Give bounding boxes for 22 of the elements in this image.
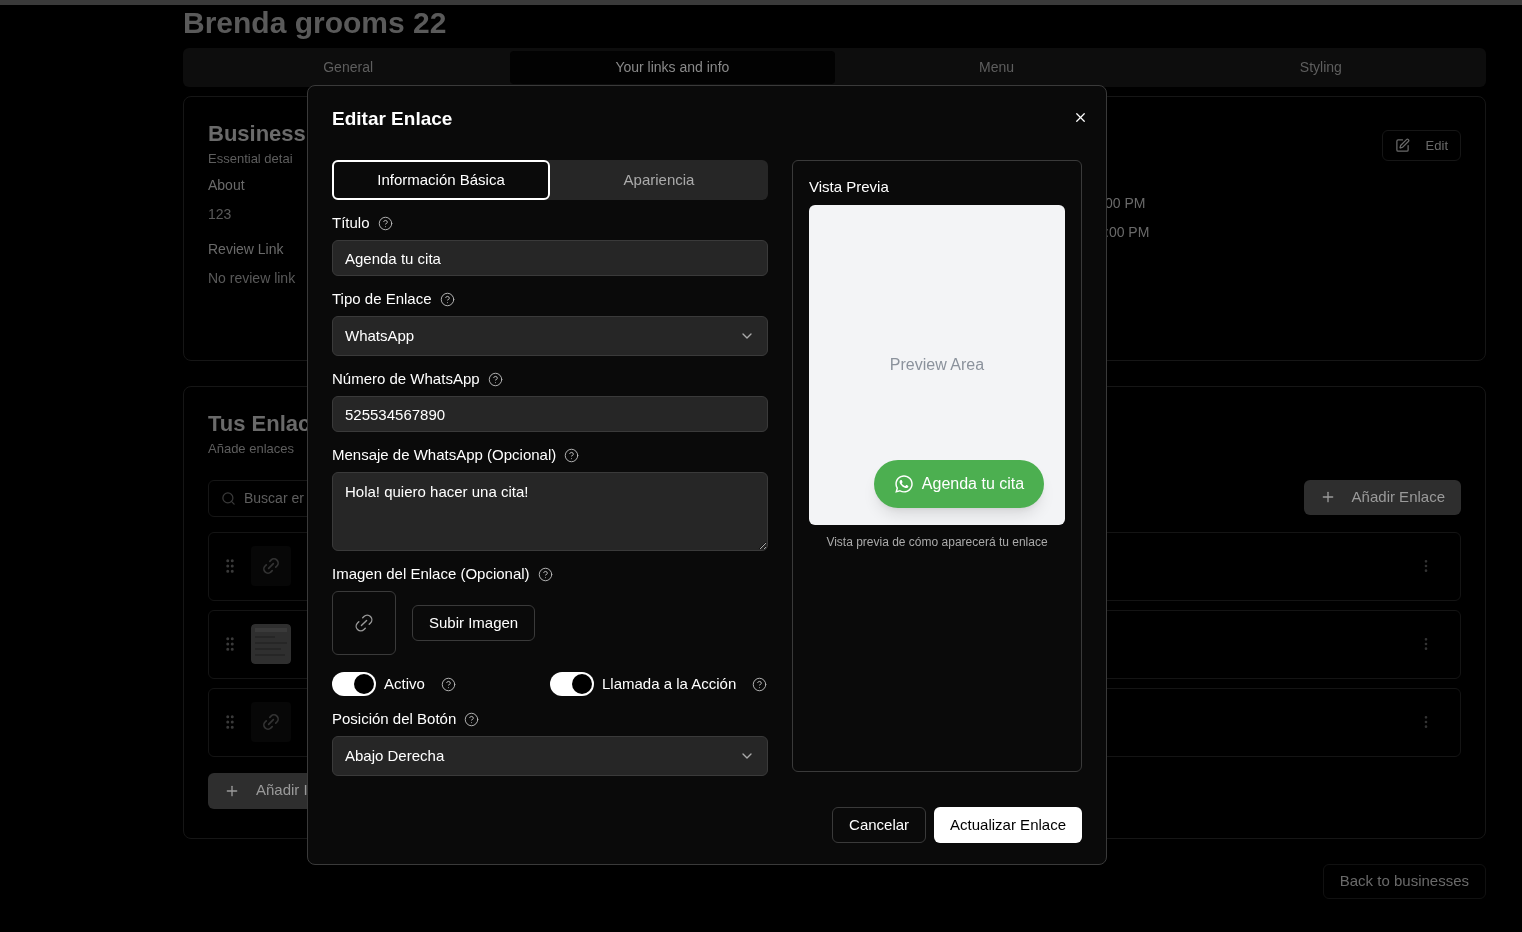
field-label: About	[208, 175, 245, 195]
preview-area-text: Preview Area	[889, 355, 985, 375]
field-value: 123	[208, 204, 232, 224]
field-label: Mensaje de WhatsApp (Opcional)	[332, 445, 557, 465]
toggle-label: Activo	[384, 674, 425, 694]
card-heading: Business	[208, 120, 306, 148]
hours-text: :00 PM	[1105, 222, 1150, 242]
page-title: Brenda grooms 22	[183, 5, 447, 41]
card-subtitle: Essential detai	[208, 150, 293, 168]
field-label: Posición del Botón	[332, 709, 457, 729]
field-label: Review Link	[208, 239, 284, 259]
preview-caption: Vista previa de cómo aparecerá tu enlace	[825, 534, 1049, 551]
dialog-title: Editar Enlace	[332, 107, 453, 131]
field-label: Número de WhatsApp	[332, 369, 480, 389]
toggle-label: Llamada a la Acción	[602, 674, 737, 694]
card-subtitle: Añade enlaces	[208, 440, 294, 458]
field-value: No review link	[208, 268, 296, 288]
field-label: Título	[332, 213, 370, 233]
preview-title: Vista Previa	[809, 177, 890, 197]
field-label: Tipo de Enlace	[332, 289, 432, 309]
card-heading: Tus Enlac	[208, 410, 311, 438]
field-label: Imagen del Enlace (Opcional)	[332, 564, 530, 584]
